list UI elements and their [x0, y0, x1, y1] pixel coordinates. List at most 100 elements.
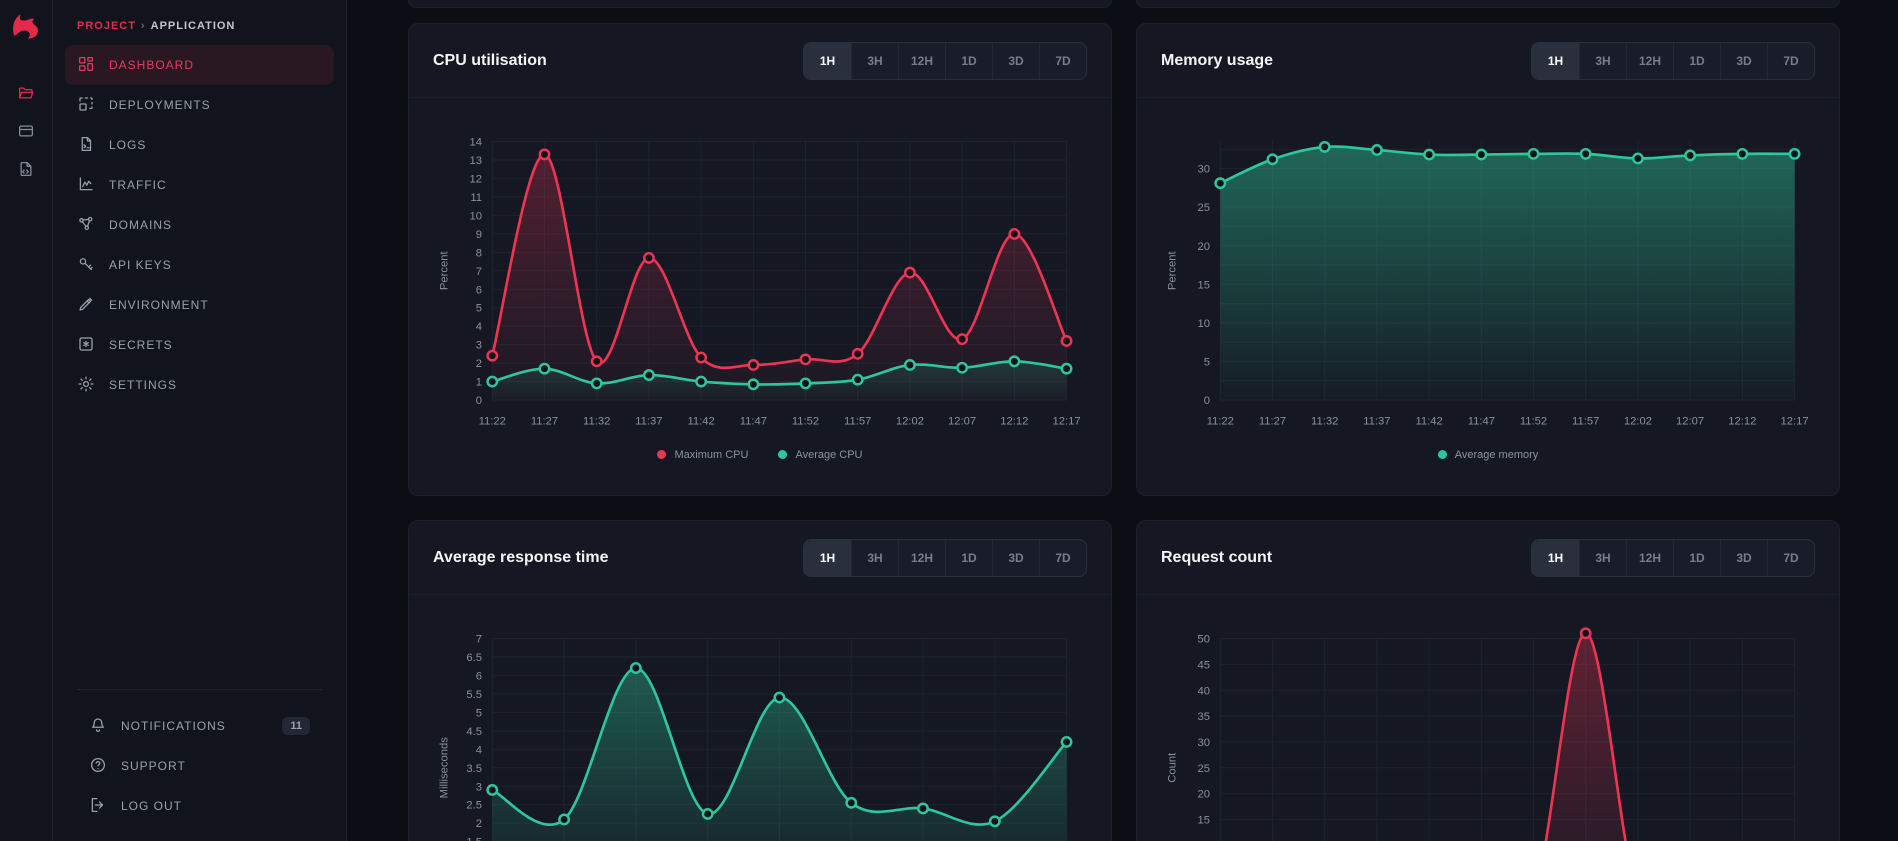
range-1h-button[interactable]: 1H — [1532, 540, 1579, 576]
card-header: CPU utilisation1H3H12H1D3D7D — [409, 24, 1111, 98]
range-1d-button[interactable]: 1D — [1673, 540, 1720, 576]
range-1d-button[interactable]: 1D — [1673, 43, 1720, 79]
sidebar-item-traffic[interactable]: TRAFFIC — [65, 165, 334, 205]
svg-text:2.5: 2.5 — [466, 800, 482, 812]
sidebar-item-label: LOG OUT — [121, 799, 182, 813]
svg-text:Count: Count — [1166, 752, 1178, 783]
svg-text:20: 20 — [1198, 789, 1211, 801]
card-header: Average response time1H3H12H1D3D7D — [409, 521, 1111, 595]
sidebar-item-settings[interactable]: SETTINGS — [65, 365, 334, 405]
chart-memory: 05101520253011:2211:2711:3211:3711:4211:… — [1161, 118, 1815, 433]
rail-item-code-file[interactable] — [8, 152, 44, 190]
range-3h-button[interactable]: 3H — [1579, 540, 1626, 576]
range-3d-button[interactable]: 3D — [1720, 540, 1767, 576]
rail-item-credit-card[interactable] — [8, 114, 44, 152]
rail-item-folder-open[interactable] — [8, 76, 44, 114]
range-12h-button[interactable]: 12H — [1626, 540, 1673, 576]
range-12h-button[interactable]: 12H — [1626, 43, 1673, 79]
svg-text:12:12: 12:12 — [1728, 416, 1756, 428]
nestjs-cat-icon — [8, 8, 44, 44]
svg-text:50: 50 — [1198, 634, 1211, 646]
previous-cards-row — [408, 0, 1840, 8]
legend-dot-icon — [657, 450, 666, 459]
domains-icon — [77, 215, 95, 236]
svg-text:11:32: 11:32 — [583, 416, 610, 428]
range-3h-button[interactable]: 3H — [851, 43, 898, 79]
svg-text:11:57: 11:57 — [1572, 416, 1599, 428]
svg-text:2: 2 — [476, 358, 482, 370]
svg-text:30: 30 — [1198, 737, 1211, 749]
svg-text:15: 15 — [1198, 279, 1211, 291]
sidebar-item-secrets[interactable]: SECRETS — [65, 325, 334, 365]
range-3h-button[interactable]: 3H — [1579, 43, 1626, 79]
app-root: PROJECT›APPLICATION DASHBOARDDEPLOYMENTS… — [0, 0, 1898, 841]
range-3d-button[interactable]: 3D — [992, 43, 1039, 79]
legend-label: Maximum CPU — [674, 449, 748, 461]
sidebar-item-notifications[interactable]: NOTIFICATIONS11 — [77, 706, 322, 746]
range-7d-button[interactable]: 7D — [1767, 540, 1814, 576]
nestjs-logo[interactable] — [8, 8, 44, 44]
range-12h-button[interactable]: 12H — [898, 540, 945, 576]
sidebar-item-environment[interactable]: ENVIRONMENT — [65, 285, 334, 325]
breadcrumb-application[interactable]: APPLICATION — [151, 20, 236, 32]
svg-text:2: 2 — [476, 818, 482, 830]
svg-text:12:07: 12:07 — [948, 416, 976, 428]
svg-text:20: 20 — [1198, 241, 1211, 253]
svg-text:9: 9 — [476, 229, 482, 241]
svg-text:11:47: 11:47 — [740, 416, 767, 428]
breadcrumb-project[interactable]: PROJECT — [77, 20, 136, 32]
card-bottom-sliver — [408, 0, 1112, 8]
svg-text:11:42: 11:42 — [687, 416, 714, 428]
svg-text:45: 45 — [1198, 659, 1211, 671]
logout-icon — [89, 796, 107, 817]
svg-text:11:32: 11:32 — [1311, 416, 1338, 428]
sidebar-item-support[interactable]: SUPPORT — [77, 746, 322, 786]
svg-text:11:37: 11:37 — [635, 416, 662, 428]
sidebar: PROJECT›APPLICATION DASHBOARDDEPLOYMENTS… — [53, 0, 347, 841]
folder-open-icon — [17, 84, 35, 107]
legend-item[interactable]: Average CPU — [778, 449, 862, 461]
svg-text:3: 3 — [476, 340, 482, 352]
range-1h-button[interactable]: 1H — [804, 43, 851, 79]
deployments-icon — [77, 95, 95, 116]
sidebar-item-dashboard[interactable]: DASHBOARD — [65, 45, 334, 85]
sidebar-item-logs[interactable]: LOGS — [65, 125, 334, 165]
svg-text:12:17: 12:17 — [1780, 416, 1808, 428]
sidebar-item-label: SETTINGS — [109, 378, 177, 392]
sidebar-item-domains[interactable]: DOMAINS — [65, 205, 334, 245]
svg-text:30: 30 — [1198, 164, 1211, 176]
sidebar-item-api-keys[interactable]: API KEYS — [65, 245, 334, 285]
svg-text:25: 25 — [1198, 202, 1211, 214]
range-1d-button[interactable]: 1D — [945, 43, 992, 79]
svg-text:11: 11 — [470, 192, 482, 204]
legend-item[interactable]: Average memory — [1438, 449, 1539, 461]
chart-response: 00.511.522.533.544.555.566.57Millisecond… — [433, 615, 1087, 841]
svg-text:40: 40 — [1198, 685, 1211, 697]
range-3d-button[interactable]: 3D — [1720, 43, 1767, 79]
range-3h-button[interactable]: 3H — [851, 540, 898, 576]
chart-requests: 05101520253035404550Count — [1161, 615, 1815, 841]
legend-item[interactable]: Maximum CPU — [657, 449, 748, 461]
svg-text:14: 14 — [470, 137, 483, 149]
sidebar-item-label: API KEYS — [109, 258, 172, 272]
svg-text:7: 7 — [476, 634, 482, 646]
range-1d-button[interactable]: 1D — [945, 540, 992, 576]
sidebar-item-label: SUPPORT — [121, 759, 186, 773]
range-12h-button[interactable]: 12H — [898, 43, 945, 79]
svg-text:Percent: Percent — [1166, 251, 1178, 291]
range-3d-button[interactable]: 3D — [992, 540, 1039, 576]
range-7d-button[interactable]: 7D — [1039, 540, 1086, 576]
svg-text:6: 6 — [476, 284, 482, 296]
sidebar-item-log-out[interactable]: LOG OUT — [77, 786, 322, 826]
range-1h-button[interactable]: 1H — [804, 540, 851, 576]
card-bottom-sliver — [1136, 0, 1840, 8]
svg-text:13: 13 — [470, 155, 483, 167]
time-range-group: 1H3H12H1D3D7D — [803, 42, 1087, 80]
chart-card-cpu: CPU utilisation1H3H12H1D3D7D012345678910… — [408, 23, 1112, 496]
range-7d-button[interactable]: 7D — [1039, 43, 1086, 79]
svg-text:6.5: 6.5 — [466, 652, 482, 664]
range-1h-button[interactable]: 1H — [1532, 43, 1579, 79]
svg-text:5.5: 5.5 — [466, 689, 482, 701]
range-7d-button[interactable]: 7D — [1767, 43, 1814, 79]
sidebar-item-deployments[interactable]: DEPLOYMENTS — [65, 85, 334, 125]
